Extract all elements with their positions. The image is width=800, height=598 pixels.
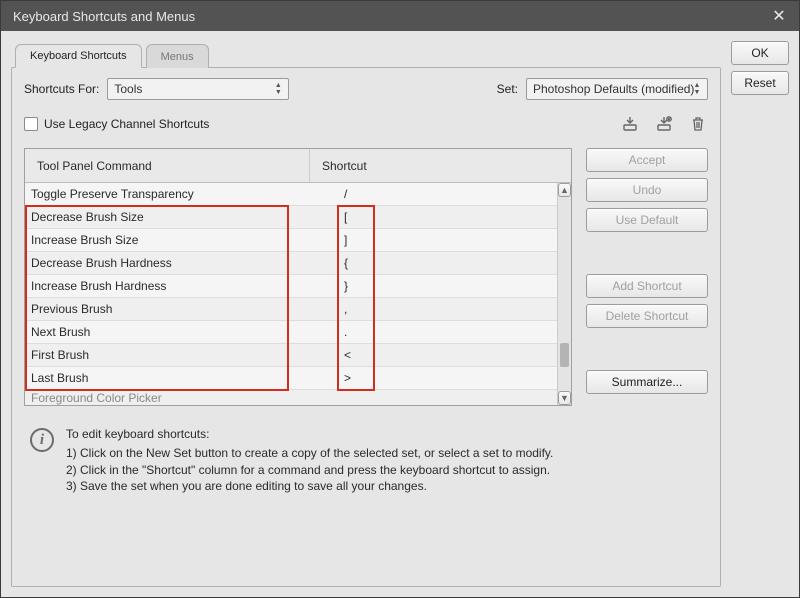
table-row[interactable]: Toggle Preserve Transparency / bbox=[25, 183, 557, 206]
new-set-icon[interactable] bbox=[654, 114, 674, 134]
legacy-checkbox[interactable] bbox=[24, 117, 38, 131]
shortcuts-table: Tool Panel Command Shortcut Toggle Prese… bbox=[24, 148, 572, 406]
key-cell: , bbox=[340, 302, 557, 316]
left-column: Tool Panel Command Shortcut Toggle Prese… bbox=[24, 148, 572, 574]
key-cell: . bbox=[340, 325, 557, 339]
content-row: Tool Panel Command Shortcut Toggle Prese… bbox=[24, 148, 708, 574]
table-body: Toggle Preserve Transparency / Decrease … bbox=[25, 183, 571, 405]
info-row: i To edit keyboard shortcuts: 1) Click o… bbox=[24, 426, 572, 495]
info-line-1: 1) Click on the New Set button to create… bbox=[66, 445, 553, 462]
legacy-row: Use Legacy Channel Shortcuts bbox=[24, 114, 708, 134]
key-cell: / bbox=[340, 187, 557, 201]
table-header: Tool Panel Command Shortcut bbox=[25, 149, 571, 183]
scroll-track[interactable] bbox=[558, 197, 571, 391]
updown-icon: ▲▼ bbox=[691, 80, 703, 98]
table-row[interactable]: Previous Brush , bbox=[25, 298, 557, 321]
info-icon: i bbox=[30, 428, 54, 452]
table-row[interactable]: Foreground Color Picker bbox=[25, 390, 557, 405]
key-cell: } bbox=[340, 279, 557, 293]
cmd-cell: First Brush bbox=[25, 348, 340, 362]
table-row[interactable]: First Brush < bbox=[25, 344, 557, 367]
info-text: To edit keyboard shortcuts: 1) Click on … bbox=[66, 426, 553, 495]
updown-icon: ▲▼ bbox=[272, 80, 284, 98]
scroll-down-icon[interactable]: ▼ bbox=[558, 391, 571, 405]
undo-button[interactable]: Undo bbox=[586, 178, 708, 202]
tab-keyboard-shortcuts[interactable]: Keyboard Shortcuts bbox=[15, 44, 142, 68]
key-cell: < bbox=[340, 348, 557, 362]
dialog-buttons: OK Reset bbox=[731, 41, 789, 587]
top-row: Shortcuts For: Tools ▲▼ Set: Photoshop D… bbox=[24, 78, 708, 100]
set-select[interactable]: Photoshop Defaults (modified) ▲▼ bbox=[526, 78, 708, 100]
table-row[interactable]: Next Brush . bbox=[25, 321, 557, 344]
tab-label: Menus bbox=[161, 51, 194, 63]
legacy-label: Use Legacy Channel Shortcuts bbox=[44, 117, 209, 131]
key-cell: > bbox=[340, 371, 557, 385]
table-row[interactable]: Decrease Brush Size [ bbox=[25, 206, 557, 229]
delete-set-icon[interactable] bbox=[688, 114, 708, 134]
ok-button[interactable]: OK bbox=[731, 41, 789, 65]
close-button[interactable]: ✕ bbox=[767, 4, 791, 28]
shortcuts-for-label: Shortcuts For: bbox=[24, 82, 99, 96]
tabbar: Keyboard Shortcuts Menus bbox=[11, 41, 721, 67]
window-title: Keyboard Shortcuts and Menus bbox=[13, 9, 195, 24]
tab-panel: Shortcuts For: Tools ▲▼ Set: Photoshop D… bbox=[11, 67, 721, 587]
action-buttons: Accept Undo Use Default Add Shortcut Del… bbox=[586, 148, 708, 574]
select-value: Photoshop Defaults (modified) bbox=[533, 82, 694, 96]
main-panel: Keyboard Shortcuts Menus Shortcuts For: … bbox=[11, 41, 721, 587]
reset-button[interactable]: Reset bbox=[731, 71, 789, 95]
key-cell: { bbox=[340, 256, 557, 270]
set-label: Set: bbox=[497, 82, 518, 96]
key-cell: [ bbox=[340, 210, 557, 224]
col-command: Tool Panel Command bbox=[25, 149, 310, 182]
add-shortcut-button[interactable]: Add Shortcut bbox=[586, 274, 708, 298]
cmd-cell: Foreground Color Picker bbox=[25, 391, 340, 405]
cmd-cell: Increase Brush Size bbox=[25, 233, 340, 247]
client-area: Keyboard Shortcuts Menus Shortcuts For: … bbox=[1, 31, 799, 597]
cmd-cell: Decrease Brush Hardness bbox=[25, 256, 340, 270]
cmd-cell: Decrease Brush Size bbox=[25, 210, 340, 224]
accept-button[interactable]: Accept bbox=[586, 148, 708, 172]
info-line-2: 2) Click in the "Shortcut" column for a … bbox=[66, 462, 553, 479]
info-line-3: 3) Save the set when you are done editin… bbox=[66, 478, 553, 495]
col-shortcut: Shortcut bbox=[310, 159, 571, 173]
scroll-thumb[interactable] bbox=[560, 343, 569, 367]
cmd-cell: Last Brush bbox=[25, 371, 340, 385]
key-cell: ] bbox=[340, 233, 557, 247]
table-scrollbar[interactable]: ▲ ▼ bbox=[557, 183, 571, 405]
table-row[interactable]: Decrease Brush Hardness { bbox=[25, 252, 557, 275]
select-value: Tools bbox=[114, 82, 142, 96]
summarize-button[interactable]: Summarize... bbox=[586, 370, 708, 394]
info-heading: To edit keyboard shortcuts: bbox=[66, 426, 553, 443]
cmd-cell: Increase Brush Hardness bbox=[25, 279, 340, 293]
table-rows: Toggle Preserve Transparency / Decrease … bbox=[25, 183, 557, 405]
save-set-icon[interactable] bbox=[620, 114, 640, 134]
delete-shortcut-button[interactable]: Delete Shortcut bbox=[586, 304, 708, 328]
titlebar: Keyboard Shortcuts and Menus ✕ bbox=[1, 1, 799, 31]
cmd-cell: Previous Brush bbox=[25, 302, 340, 316]
table-row[interactable]: Last Brush > bbox=[25, 367, 557, 390]
tab-label: Keyboard Shortcuts bbox=[30, 50, 127, 62]
cmd-cell: Next Brush bbox=[25, 325, 340, 339]
cmd-cell: Toggle Preserve Transparency bbox=[25, 187, 340, 201]
use-default-button[interactable]: Use Default bbox=[586, 208, 708, 232]
table-row[interactable]: Increase Brush Size ] bbox=[25, 229, 557, 252]
shortcuts-for-select[interactable]: Tools ▲▼ bbox=[107, 78, 289, 100]
tab-menus[interactable]: Menus bbox=[146, 44, 209, 68]
dialog-window: Keyboard Shortcuts and Menus ✕ Keyboard … bbox=[0, 0, 800, 598]
scroll-up-icon[interactable]: ▲ bbox=[558, 183, 571, 197]
table-row[interactable]: Increase Brush Hardness } bbox=[25, 275, 557, 298]
set-icon-bar bbox=[620, 114, 708, 134]
